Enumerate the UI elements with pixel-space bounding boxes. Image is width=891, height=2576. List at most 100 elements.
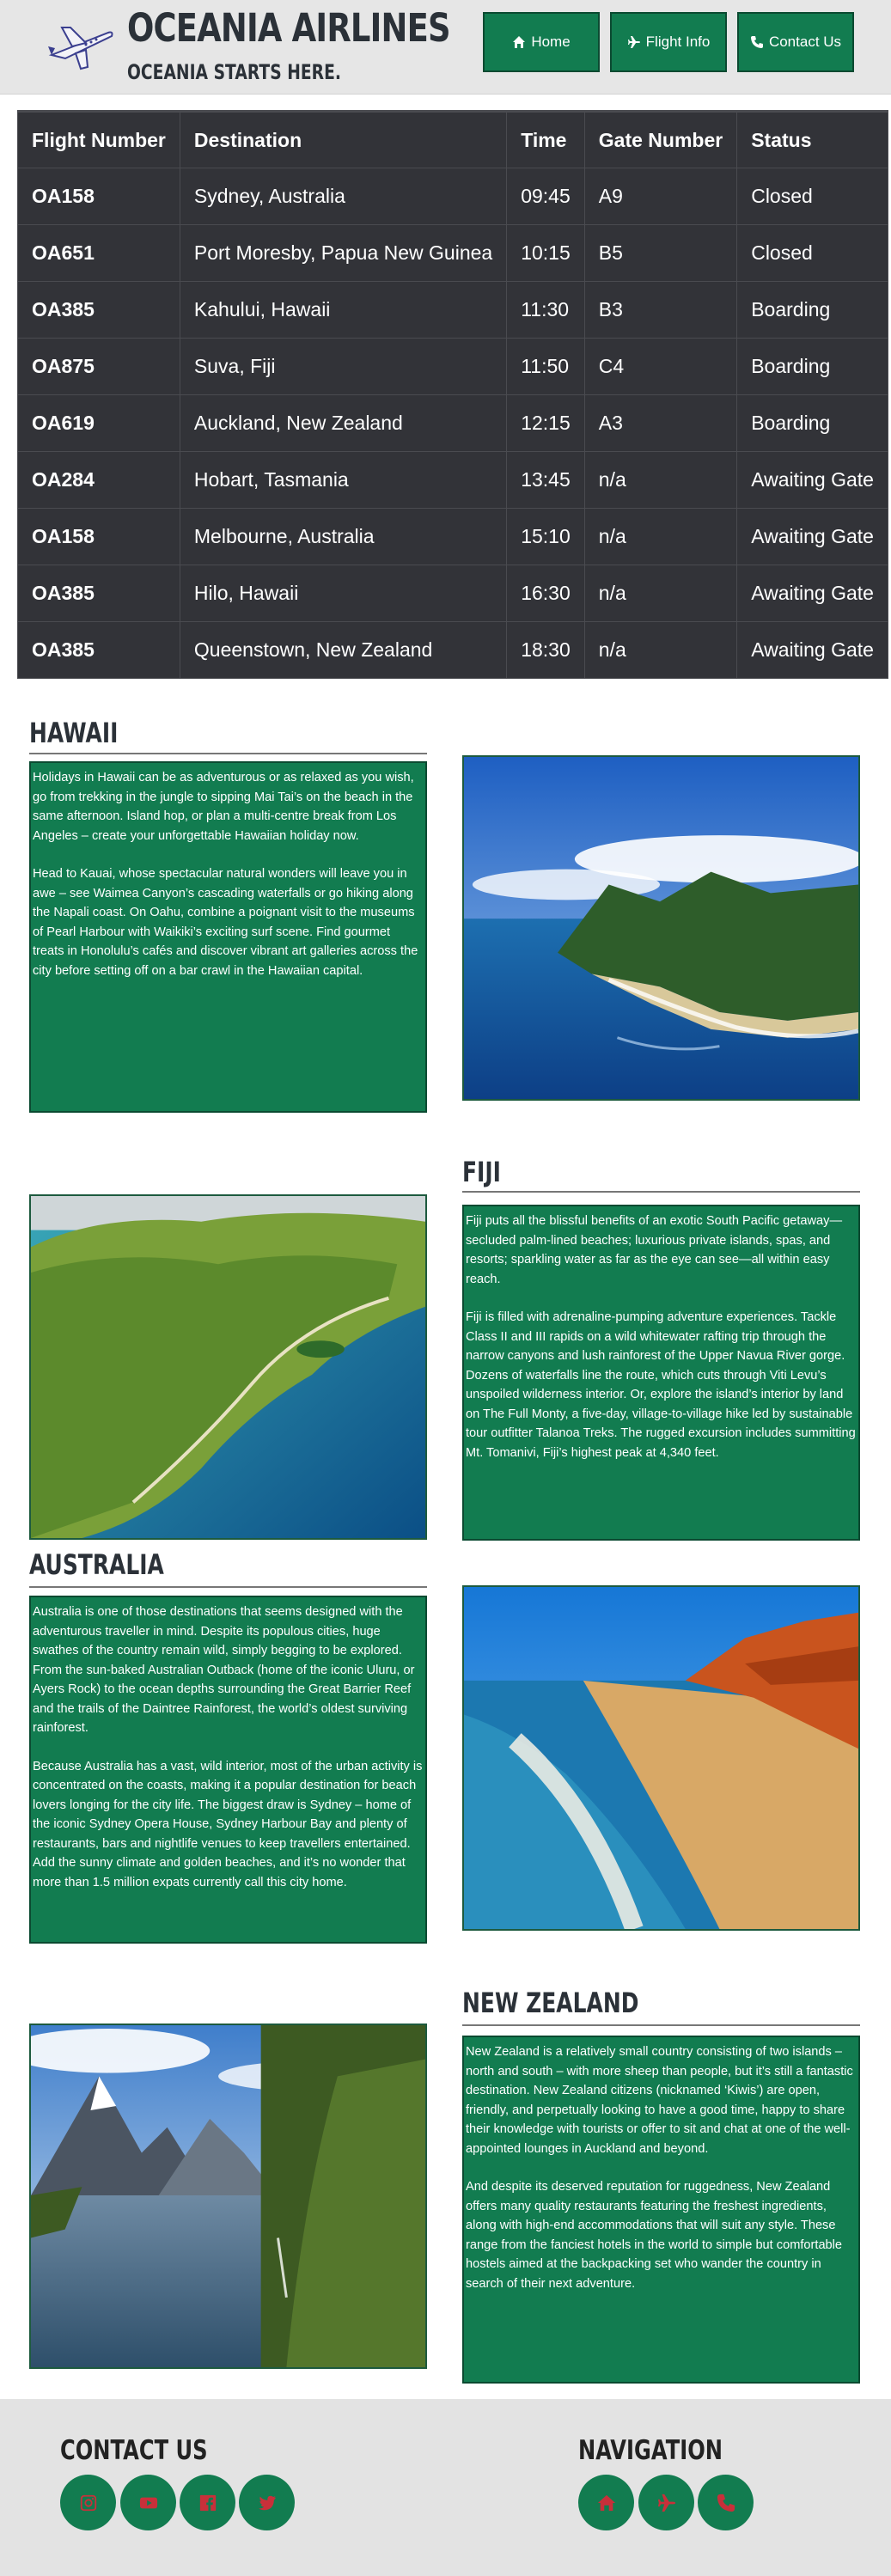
fiji-photo — [29, 1194, 427, 1540]
destination-cell: Queenstown, New Zealand — [179, 621, 508, 679]
destination-cell: Hilo, Hawaii — [179, 565, 508, 622]
hawaii-paragraph: Head to Kauai, whose spectacular natural… — [33, 867, 418, 978]
new-zealand-divider — [462, 2024, 860, 2026]
time-cell: 18:30 — [506, 621, 585, 679]
status-cell: Closed — [736, 168, 888, 225]
column-header: Time — [506, 110, 585, 168]
hawaii-title: HAWAII — [29, 717, 119, 749]
time-cell: 11:50 — [506, 338, 585, 395]
column-header: Gate Number — [583, 110, 738, 168]
gate-cell: A3 — [583, 394, 738, 452]
nav-home-button[interactable]: Home — [483, 12, 600, 72]
status-cell: Awaiting Gate — [736, 508, 888, 565]
table-row: OA385 Kahului, Hawaii 11:30 B3 Boarding — [17, 281, 888, 339]
fiji-title: FIJI — [462, 1156, 501, 1188]
footer-flight-info-button[interactable] — [638, 2475, 694, 2530]
airline-logo-icon[interactable] — [46, 21, 115, 72]
table-row: OA284 Hobart, Tasmania 13:45 n/a Awaitin… — [17, 451, 888, 509]
new-zealand-photo — [29, 2024, 427, 2369]
nav-contact-button[interactable]: Contact Us — [737, 12, 854, 72]
flight-number-cell: OA619 — [17, 394, 180, 452]
new-zealand-paragraph: New Zealand is a relatively small countr… — [466, 2045, 853, 2156]
flight-number-cell: OA651 — [17, 224, 180, 282]
new-zealand-title: NEW ZEALAND — [462, 1987, 639, 2019]
table-header-row: Flight Number Destination Time Gate Numb… — [17, 110, 888, 168]
australia-title: AUSTRALIA — [29, 1548, 164, 1581]
flight-number-cell: OA284 — [17, 451, 180, 509]
gate-cell: B5 — [583, 224, 738, 282]
footer-navigation-title: NAVIGATION — [578, 2435, 723, 2466]
instagram-button[interactable] — [60, 2475, 116, 2530]
status-cell: Boarding — [736, 338, 888, 395]
australia-photo — [462, 1585, 860, 1931]
gate-cell: n/a — [583, 451, 738, 509]
nav-flight-info-label: Flight Info — [645, 34, 711, 50]
time-cell: 15:10 — [506, 508, 585, 565]
time-cell: 10:15 — [506, 224, 585, 282]
home-icon — [513, 36, 526, 48]
column-header: Flight Number — [17, 110, 180, 168]
status-cell: Boarding — [736, 281, 888, 339]
status-cell: Awaiting Gate — [736, 565, 888, 622]
twitter-button[interactable] — [239, 2475, 295, 2530]
australia-paragraph: Australia is one of those destinations t… — [33, 1605, 415, 1735]
footer-home-button[interactable] — [578, 2475, 634, 2530]
facebook-icon — [199, 2494, 216, 2511]
table-row: OA651 Port Moresby, Papua New Guinea 10:… — [17, 224, 888, 282]
gate-cell: B3 — [583, 281, 738, 339]
youtube-icon — [139, 2497, 157, 2508]
flight-number-cell: OA385 — [17, 565, 180, 622]
flight-number-cell: OA385 — [17, 281, 180, 339]
australia-paragraph: Because Australia has a vast, wild inter… — [33, 1759, 423, 1889]
fiji-paragraph: Fiji puts all the blissful benefits of a… — [466, 1214, 843, 1286]
facebook-button[interactable] — [180, 2475, 235, 2530]
time-cell: 09:45 — [506, 168, 585, 225]
instagram-icon — [80, 2494, 96, 2511]
destination-cell: Sydney, Australia — [179, 168, 508, 225]
nav-flight-info-button[interactable]: Flight Info — [610, 12, 727, 72]
destination-cell: Melbourne, Australia — [179, 508, 508, 565]
fiji-paragraph: Fiji is filled with adrenaline-pumping a… — [466, 1310, 856, 1460]
time-cell: 16:30 — [506, 565, 585, 622]
twitter-icon — [258, 2495, 276, 2510]
hawaii-photo — [462, 755, 860, 1101]
australia-description: Australia is one of those destinations t… — [29, 1596, 427, 1944]
home-icon — [597, 2494, 615, 2511]
footer-contact-button[interactable] — [698, 2475, 754, 2530]
phone-icon — [717, 2494, 735, 2512]
australia-divider — [29, 1586, 427, 1588]
flight-number-cell: OA875 — [17, 338, 180, 395]
hawaii-divider — [29, 753, 427, 754]
table-row: OA385 Queenstown, New Zealand 18:30 n/a … — [17, 621, 888, 679]
destination-cell: Auckland, New Zealand — [179, 394, 508, 452]
table-row: OA619 Auckland, New Zealand 12:15 A3 Boa… — [17, 394, 888, 452]
destination-cell: Port Moresby, Papua New Guinea — [179, 224, 508, 282]
status-cell: Awaiting Gate — [736, 621, 888, 679]
nav-contact-label: Contact Us — [768, 34, 842, 50]
plane-icon — [627, 36, 640, 48]
flight-number-cell: OA158 — [17, 168, 180, 225]
gate-cell: A9 — [583, 168, 738, 225]
table-row: OA158 Sydney, Australia 09:45 A9 Closed — [17, 168, 888, 225]
site-header: OCEANIA AIRLINES OCEANIA STARTS HERE. Ho… — [0, 0, 891, 95]
flight-number-cell: OA385 — [17, 621, 180, 679]
youtube-button[interactable] — [120, 2475, 176, 2530]
destination-cell: Kahului, Hawaii — [179, 281, 508, 339]
status-cell: Awaiting Gate — [736, 451, 888, 509]
destination-cell: Hobart, Tasmania — [179, 451, 508, 509]
hawaii-description: Holidays in Hawaii can be as adventurous… — [29, 761, 427, 1113]
gate-cell: n/a — [583, 508, 738, 565]
flight-number-cell: OA158 — [17, 508, 180, 565]
table-row: OA875 Suva, Fiji 11:50 C4 Boarding — [17, 338, 888, 395]
brand-tagline: OCEANIA STARTS HERE. — [127, 60, 341, 84]
phone-icon — [750, 36, 763, 48]
plane-icon — [657, 2494, 675, 2512]
status-cell: Boarding — [736, 394, 888, 452]
gate-cell: n/a — [583, 565, 738, 622]
column-header: Status — [736, 110, 888, 168]
table-row: OA158 Melbourne, Australia 15:10 n/a Awa… — [17, 508, 888, 565]
brand-title: OCEANIA AIRLINES — [127, 5, 451, 51]
status-cell: Closed — [736, 224, 888, 282]
time-cell: 11:30 — [506, 281, 585, 339]
column-header: Destination — [179, 110, 508, 168]
